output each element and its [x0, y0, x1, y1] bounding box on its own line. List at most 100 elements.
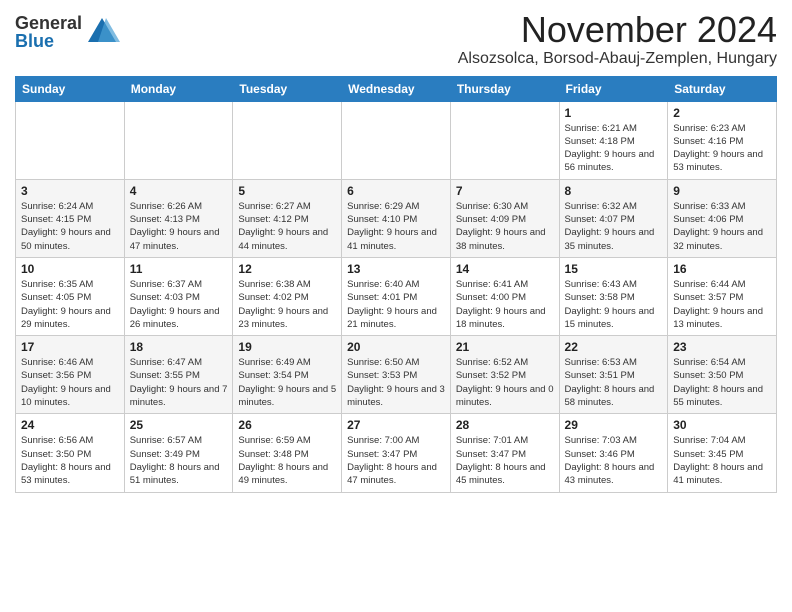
day-number: 3 — [21, 184, 119, 198]
day-cell: 18 Sunrise: 6:47 AMSunset: 3:55 PMDayligh… — [124, 336, 233, 414]
day-detail: Sunrise: 6:56 AMSunset: 3:50 PMDaylight:… — [21, 434, 119, 487]
logo-blue: Blue — [15, 32, 82, 50]
day-number: 19 — [238, 340, 336, 354]
day-number: 26 — [238, 418, 336, 432]
day-detail: Sunrise: 6:54 AMSunset: 3:50 PMDaylight:… — [673, 356, 771, 409]
day-number: 24 — [21, 418, 119, 432]
day-cell: 24 Sunrise: 6:56 AMSunset: 3:50 PMDayligh… — [16, 414, 125, 492]
day-detail: Sunrise: 7:04 AMSunset: 3:45 PMDaylight:… — [673, 434, 771, 487]
day-cell: 22Sunrise: 6:53 AMSunset: 3:51 PMDayligh… — [559, 336, 668, 414]
logo-text: General Blue — [15, 14, 82, 50]
day-number: 12 — [238, 262, 336, 276]
day-cell — [233, 101, 342, 179]
day-cell: 21 Sunrise: 6:52 AMSunset: 3:52 PMDayligh… — [450, 336, 559, 414]
day-number: 20 — [347, 340, 445, 354]
day-detail: Sunrise: 6:49 AMSunset: 3:54 PMDaylight:… — [238, 356, 336, 409]
day-cell: 23 Sunrise: 6:54 AMSunset: 3:50 PMDayligh… — [668, 336, 777, 414]
day-cell: 28 Sunrise: 7:01 AMSunset: 3:47 PMDayligh… — [450, 414, 559, 492]
day-number: 25 — [130, 418, 228, 432]
day-cell: 26 Sunrise: 6:59 AMSunset: 3:48 PMDayligh… — [233, 414, 342, 492]
day-detail: Sunrise: 6:26 AMSunset: 4:13 PMDaylight:… — [130, 200, 228, 253]
day-number: 23 — [673, 340, 771, 354]
day-detail: Sunrise: 6:21 AMSunset: 4:18 PMDaylight:… — [565, 122, 663, 175]
logo-icon — [84, 14, 120, 50]
day-cell — [342, 101, 451, 179]
calendar-table: SundayMondayTuesdayWednesdayThursdayFrid… — [15, 76, 777, 493]
day-detail: Sunrise: 7:01 AMSunset: 3:47 PMDaylight:… — [456, 434, 554, 487]
day-detail: Sunrise: 6:30 AMSunset: 4:09 PMDaylight:… — [456, 200, 554, 253]
day-cell: 13Sunrise: 6:40 AMSunset: 4:01 PMDayligh… — [342, 257, 451, 335]
header: General Blue November 2024 Alsozsolca, B… — [15, 10, 777, 68]
week-row-3: 10 Sunrise: 6:35 AMSunset: 4:05 PMDayligh… — [16, 257, 777, 335]
day-cell: 12Sunrise: 6:38 AMSunset: 4:02 PMDayligh… — [233, 257, 342, 335]
day-number: 29 — [565, 418, 663, 432]
day-cell: 30 Sunrise: 7:04 AMSunset: 3:45 PMDayligh… — [668, 414, 777, 492]
weekday-header-wednesday: Wednesday — [342, 76, 451, 101]
day-cell: 17 Sunrise: 6:46 AMSunset: 3:56 PMDayligh… — [16, 336, 125, 414]
day-cell: 16Sunrise: 6:44 AMSunset: 3:57 PMDayligh… — [668, 257, 777, 335]
day-number: 11 — [130, 262, 228, 276]
day-cell: 6 Sunrise: 6:29 AMSunset: 4:10 PMDaylight… — [342, 179, 451, 257]
week-row-5: 24 Sunrise: 6:56 AMSunset: 3:50 PMDayligh… — [16, 414, 777, 492]
day-number: 16 — [673, 262, 771, 276]
day-number: 4 — [130, 184, 228, 198]
logo: General Blue — [15, 14, 120, 50]
day-number: 13 — [347, 262, 445, 276]
day-number: 22 — [565, 340, 663, 354]
title-block: November 2024 Alsozsolca, Borsod-Abauj-Z… — [458, 10, 777, 68]
day-detail: Sunrise: 6:35 AMSunset: 4:05 PMDaylight:… — [21, 278, 119, 331]
location-title: Alsozsolca, Borsod-Abauj-Zemplen, Hungar… — [458, 50, 777, 68]
day-detail: Sunrise: 7:03 AMSunset: 3:46 PMDaylight:… — [565, 434, 663, 487]
week-row-2: 3 Sunrise: 6:24 AMSunset: 4:15 PMDaylight… — [16, 179, 777, 257]
day-detail: Sunrise: 6:41 AMSunset: 4:00 PMDaylight:… — [456, 278, 554, 331]
day-number: 15 — [565, 262, 663, 276]
day-number: 1 — [565, 106, 663, 120]
weekday-header-tuesday: Tuesday — [233, 76, 342, 101]
day-detail: Sunrise: 6:24 AMSunset: 4:15 PMDaylight:… — [21, 200, 119, 253]
day-detail: Sunrise: 6:46 AMSunset: 3:56 PMDaylight:… — [21, 356, 119, 409]
weekday-header-friday: Friday — [559, 76, 668, 101]
day-detail: Sunrise: 6:37 AMSunset: 4:03 PMDaylight:… — [130, 278, 228, 331]
day-number: 6 — [347, 184, 445, 198]
day-cell: 5Sunrise: 6:27 AMSunset: 4:12 PMDaylight… — [233, 179, 342, 257]
day-cell: 7 Sunrise: 6:30 AMSunset: 4:09 PMDaylight… — [450, 179, 559, 257]
day-number: 30 — [673, 418, 771, 432]
day-number: 2 — [673, 106, 771, 120]
day-cell: 20Sunrise: 6:50 AMSunset: 3:53 PMDayligh… — [342, 336, 451, 414]
week-row-1: 1 Sunrise: 6:21 AMSunset: 4:18 PMDaylight… — [16, 101, 777, 179]
day-number: 18 — [130, 340, 228, 354]
weekday-header-row: SundayMondayTuesdayWednesdayThursdayFrid… — [16, 76, 777, 101]
day-detail: Sunrise: 6:59 AMSunset: 3:48 PMDaylight:… — [238, 434, 336, 487]
day-detail: Sunrise: 6:32 AMSunset: 4:07 PMDaylight:… — [565, 200, 663, 253]
day-number: 7 — [456, 184, 554, 198]
day-number: 10 — [21, 262, 119, 276]
day-cell: 8 Sunrise: 6:32 AMSunset: 4:07 PMDaylight… — [559, 179, 668, 257]
day-cell: 9Sunrise: 6:33 AMSunset: 4:06 PMDaylight… — [668, 179, 777, 257]
day-number: 5 — [238, 184, 336, 198]
day-cell: 3 Sunrise: 6:24 AMSunset: 4:15 PMDaylight… — [16, 179, 125, 257]
day-detail: Sunrise: 6:33 AMSunset: 4:06 PMDaylight:… — [673, 200, 771, 253]
day-number: 28 — [456, 418, 554, 432]
day-detail: Sunrise: 6:52 AMSunset: 3:52 PMDaylight:… — [456, 356, 554, 409]
day-cell: 29 Sunrise: 7:03 AMSunset: 3:46 PMDayligh… — [559, 414, 668, 492]
day-cell: 2Sunrise: 6:23 AMSunset: 4:16 PMDaylight… — [668, 101, 777, 179]
page: General Blue November 2024 Alsozsolca, B… — [0, 0, 792, 508]
day-cell: 11 Sunrise: 6:37 AMSunset: 4:03 PMDayligh… — [124, 257, 233, 335]
day-cell — [450, 101, 559, 179]
day-cell: 27 Sunrise: 7:00 AMSunset: 3:47 PMDayligh… — [342, 414, 451, 492]
day-detail: Sunrise: 6:57 AMSunset: 3:49 PMDaylight:… — [130, 434, 228, 487]
day-number: 8 — [565, 184, 663, 198]
day-number: 27 — [347, 418, 445, 432]
day-number: 17 — [21, 340, 119, 354]
day-cell: 14Sunrise: 6:41 AMSunset: 4:00 PMDayligh… — [450, 257, 559, 335]
day-cell: 15Sunrise: 6:43 AMSunset: 3:58 PMDayligh… — [559, 257, 668, 335]
day-cell — [16, 101, 125, 179]
day-detail: Sunrise: 6:47 AMSunset: 3:55 PMDaylight:… — [130, 356, 228, 409]
day-detail: Sunrise: 7:00 AMSunset: 3:47 PMDaylight:… — [347, 434, 445, 487]
day-detail: Sunrise: 6:29 AMSunset: 4:10 PMDaylight:… — [347, 200, 445, 253]
day-number: 21 — [456, 340, 554, 354]
day-cell: 1 Sunrise: 6:21 AMSunset: 4:18 PMDaylight… — [559, 101, 668, 179]
weekday-header-saturday: Saturday — [668, 76, 777, 101]
day-cell: 4 Sunrise: 6:26 AMSunset: 4:13 PMDaylight… — [124, 179, 233, 257]
logo-general: General — [15, 14, 82, 32]
